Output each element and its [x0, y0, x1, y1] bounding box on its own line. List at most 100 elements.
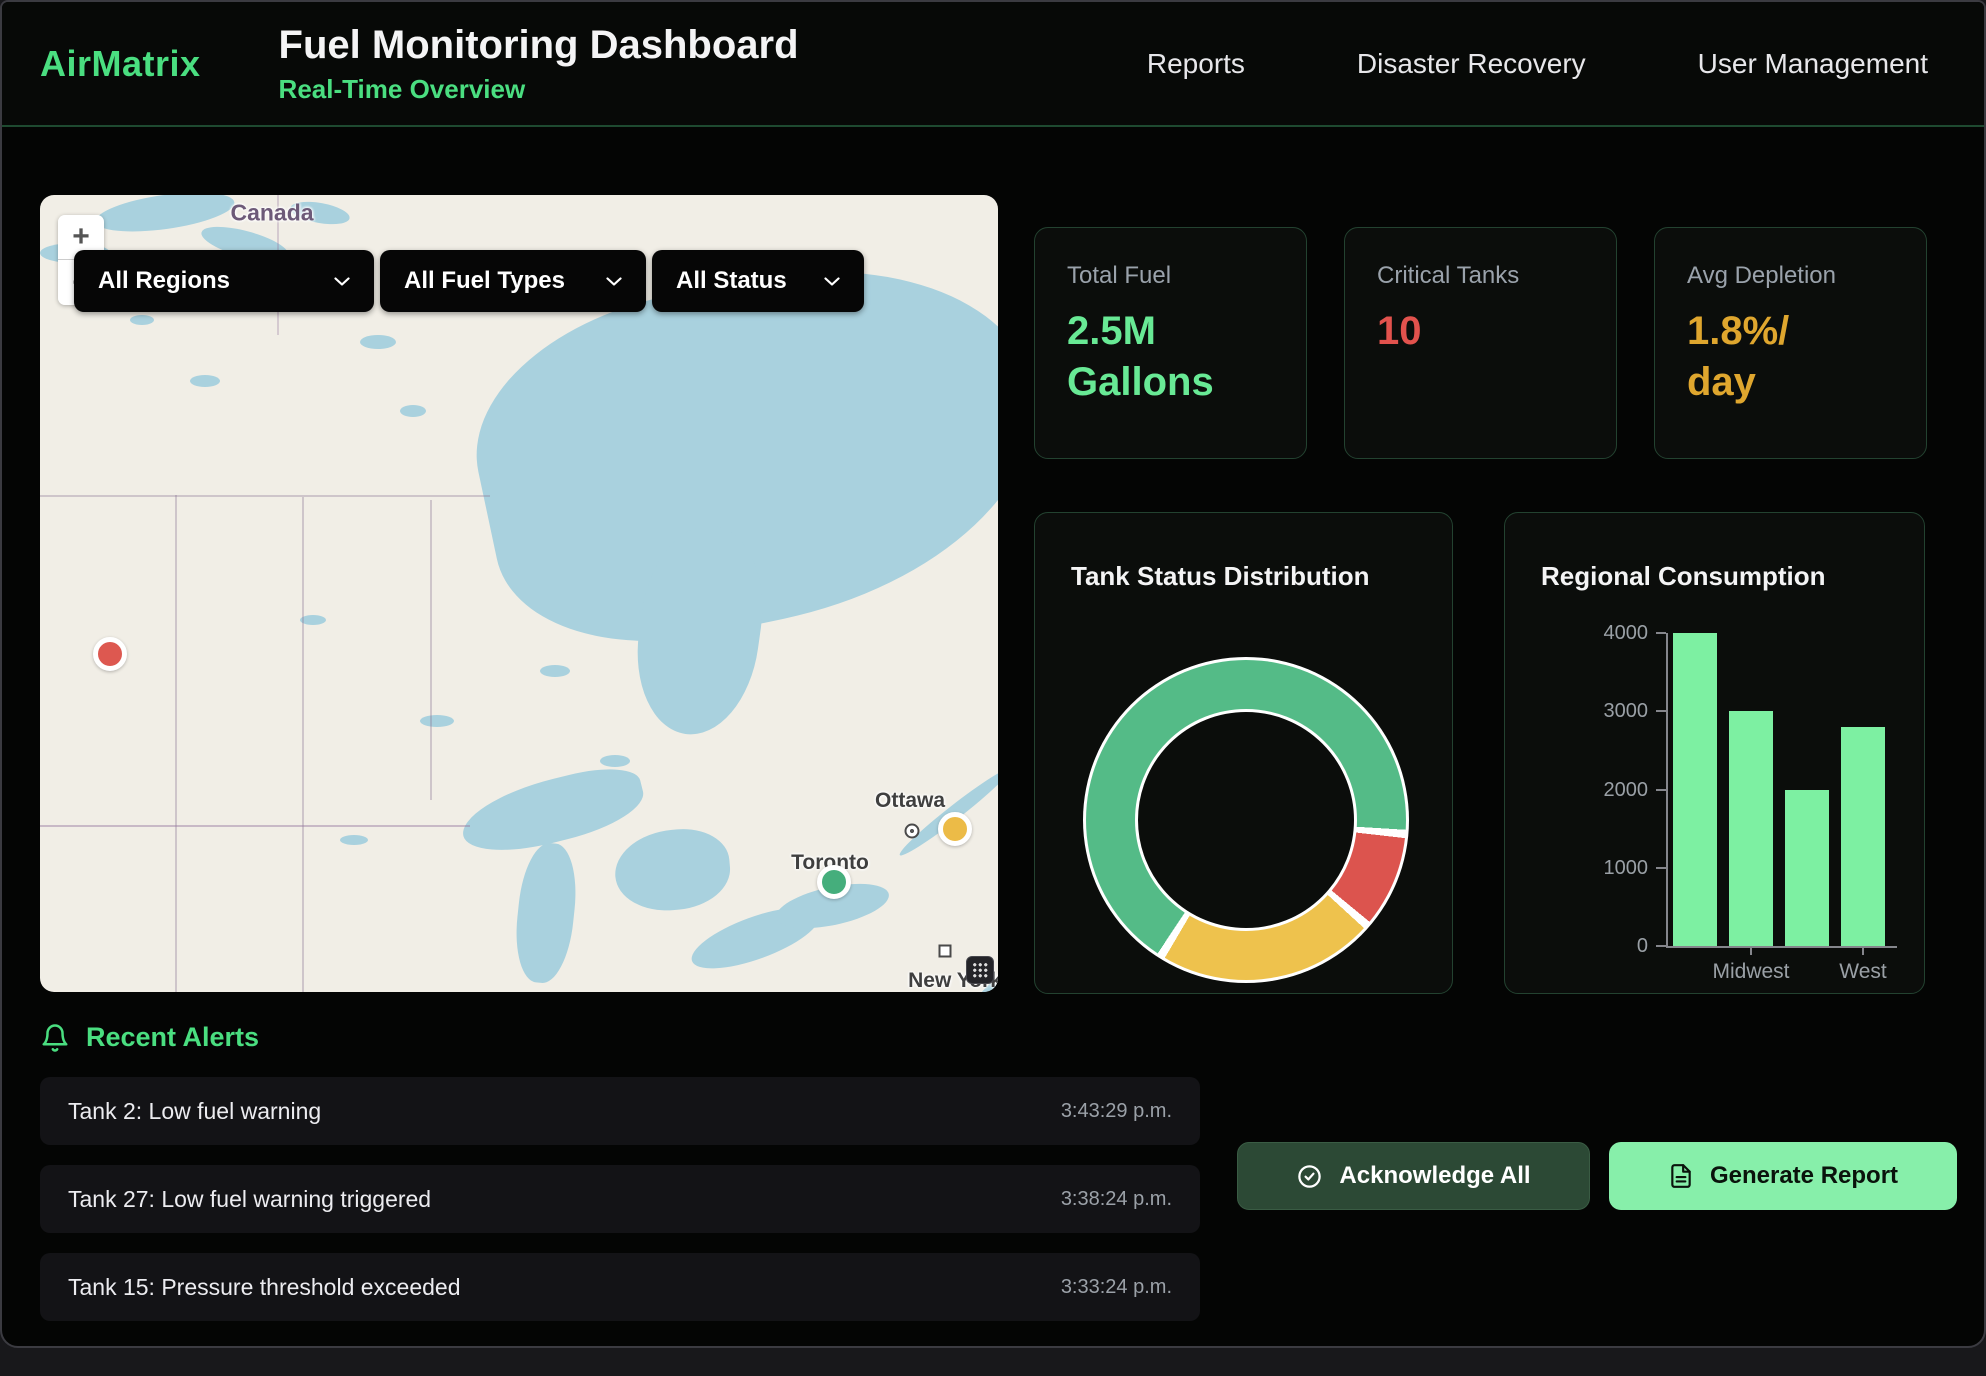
stat-value-line: 1.8%/ [1687, 306, 1894, 357]
y-axis-tick-mark [1656, 945, 1666, 947]
ottawa-city-dot-icon [905, 824, 920, 839]
stat-value-line: Gallons [1067, 357, 1274, 408]
regional-consumption-card: Regional Consumption 01000200030004000Mi… [1504, 512, 1925, 994]
nav-item-reports[interactable]: Reports [1147, 48, 1245, 80]
stat-label: Avg Depletion [1687, 262, 1894, 290]
y-axis-tick-mark [1656, 789, 1666, 791]
y-axis-tick-label: 3000 [1558, 700, 1648, 723]
border-line [175, 495, 177, 992]
alert-row[interactable]: Tank 2: Low fuel warning 3:43:29 p.m. [40, 1077, 1200, 1145]
x-axis-tick-label: West [1793, 960, 1933, 984]
stat-card: Avg Depletion 1.8%/day [1654, 227, 1927, 459]
chevron-down-icon [824, 277, 840, 286]
bar[interactable] [1729, 711, 1773, 946]
bar[interactable] [1673, 633, 1717, 946]
y-axis-tick-label: 1000 [1558, 857, 1648, 880]
water-lake-huron [612, 825, 734, 915]
chart-title: Tank Status Distribution [1071, 561, 1370, 592]
alert-timestamp: 3:33:24 p.m. [1061, 1276, 1172, 1299]
stat-value-line: day [1687, 357, 1894, 408]
alert-row[interactable]: Tank 15: Pressure threshold exceeded 3:33… [40, 1253, 1200, 1321]
stat-value-line: 10 [1377, 306, 1584, 357]
y-axis-tick-label: 2000 [1558, 779, 1648, 802]
regional-consumption-bar-chart[interactable]: 01000200030004000MidwestWest [1666, 633, 1897, 948]
map-label-canada: Canada [230, 200, 313, 227]
status-filter-value: All Status [676, 267, 787, 295]
tank-marker-normal[interactable] [817, 865, 851, 899]
fuel-type-filter-dropdown[interactable]: All Fuel Types [380, 250, 646, 312]
bar[interactable] [1841, 727, 1885, 946]
stat-value: 10 [1377, 306, 1584, 357]
chevron-down-icon [606, 277, 622, 286]
x-axis-tick-mark [1862, 946, 1864, 955]
tank-status-donut-chart[interactable] [1083, 657, 1409, 983]
nav-item-user-management[interactable]: User Management [1698, 48, 1928, 80]
map-resize-handle[interactable] [966, 956, 994, 984]
bell-icon [40, 1023, 70, 1053]
region-filter-value: All Regions [98, 267, 230, 295]
chart-title: Regional Consumption [1541, 561, 1826, 592]
page-subtitle: Real-Time Overview [279, 74, 799, 105]
y-axis-tick-mark [1656, 632, 1666, 634]
generate-report-label: Generate Report [1710, 1162, 1898, 1190]
water-shape [360, 335, 396, 349]
water-shape [420, 715, 454, 727]
stats-grid: Total Fuel 2.5MGallons Critical Tanks 10 Avg… [1034, 227, 1927, 459]
bar[interactable] [1785, 790, 1829, 947]
document-icon [1668, 1163, 1694, 1189]
generate-report-button[interactable]: Generate Report [1609, 1142, 1957, 1210]
water-shape [400, 405, 426, 417]
alert-row[interactable]: Tank 27: Low fuel warning triggered 3:38:… [40, 1165, 1200, 1233]
alerts-title: Recent Alerts [86, 1022, 259, 1053]
alert-timestamp: 3:38:24 p.m. [1061, 1188, 1172, 1211]
water-shape [540, 665, 570, 677]
border-line [40, 825, 470, 827]
stat-label: Critical Tanks [1377, 262, 1584, 290]
map-label-ottawa: Ottawa [875, 789, 945, 813]
app-window: AirMatrix Fuel Monitoring Dashboard Real… [0, 0, 1986, 1348]
y-axis-tick-label: 4000 [1558, 622, 1648, 645]
fuel-type-filter-value: All Fuel Types [404, 267, 565, 295]
main-nav: Reports Disaster Recovery User Management [1147, 48, 1928, 80]
water-shape [190, 375, 220, 387]
water-shape [130, 315, 154, 325]
water-shape [600, 755, 630, 767]
chevron-down-icon [334, 277, 350, 286]
check-circle-icon [1296, 1163, 1323, 1190]
page-title: Fuel Monitoring Dashboard [279, 23, 799, 68]
tank-marker-critical[interactable] [93, 637, 127, 671]
drag-dots-icon [972, 962, 988, 978]
map-filters: All Regions All Fuel Types All Status [74, 250, 864, 312]
alert-timestamp: 3:43:29 p.m. [1061, 1100, 1172, 1123]
alert-message: Tank 15: Pressure threshold exceeded [68, 1274, 461, 1301]
recent-alerts-section: Recent Alerts Tank 2: Low fuel warning 3:… [40, 1022, 1200, 1341]
water-shape [340, 835, 368, 845]
tank-marker-warning[interactable] [938, 812, 972, 846]
acknowledge-all-label: Acknowledge All [1339, 1162, 1530, 1190]
header: AirMatrix Fuel Monitoring Dashboard Real… [2, 2, 1984, 127]
stat-value: 1.8%/day [1687, 306, 1894, 408]
water-lake-michigan [511, 840, 581, 985]
alert-message: Tank 2: Low fuel warning [68, 1098, 321, 1125]
alerts-list: Tank 2: Low fuel warning3:43:29 p.m.Tank… [40, 1077, 1200, 1321]
nav-item-disaster-recovery[interactable]: Disaster Recovery [1357, 48, 1586, 80]
y-axis-tick-mark [1656, 867, 1666, 869]
border-line [430, 500, 432, 800]
tank-status-card: Tank Status Distribution [1034, 512, 1453, 994]
stat-card: Total Fuel 2.5MGallons [1034, 227, 1307, 459]
stat-label: Total Fuel [1067, 262, 1274, 290]
title-block: Fuel Monitoring Dashboard Real-Time Over… [279, 23, 799, 105]
brand-logo[interactable]: AirMatrix [40, 43, 201, 85]
alert-message: Tank 27: Low fuel warning triggered [68, 1186, 431, 1213]
region-filter-dropdown[interactable]: All Regions [74, 250, 374, 312]
y-axis-tick-mark [1656, 710, 1666, 712]
stat-value: 2.5MGallons [1067, 306, 1274, 408]
y-axis-tick-label: 0 [1558, 935, 1648, 958]
status-filter-dropdown[interactable]: All Status [652, 250, 864, 312]
x-axis-tick-mark [1750, 946, 1752, 955]
stat-card: Critical Tanks 10 [1344, 227, 1617, 459]
donut-hole [1135, 709, 1357, 931]
new-york-city-square-icon [939, 945, 952, 958]
acknowledge-all-button[interactable]: Acknowledge All [1237, 1142, 1590, 1210]
map-panel[interactable]: Canada Ottawa Toronto New York + − All R… [40, 195, 998, 992]
